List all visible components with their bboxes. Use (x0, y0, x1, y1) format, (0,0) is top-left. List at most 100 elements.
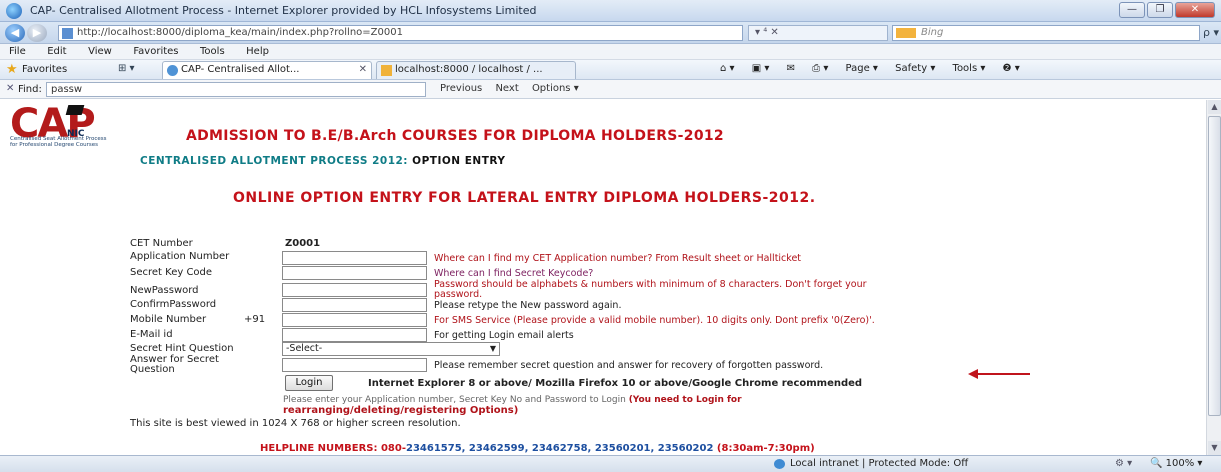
scroll-down-icon[interactable]: ▼ (1208, 441, 1221, 455)
address-bar: ◀ ▶ http://localhost:8000/diploma_kea/ma… (0, 22, 1221, 44)
application-number-input[interactable] (282, 251, 427, 265)
security-zone-text: Local intranet | Protected Mode: Off (790, 458, 969, 469)
login-note-emphasis: (You need to Login for (628, 395, 742, 405)
home-icon[interactable]: ⌂ ▾ (720, 63, 735, 74)
chevron-down-icon: ▼ (489, 344, 496, 353)
search-input[interactable]: Bing (892, 25, 1200, 41)
confirm-password-label: ConfirmPassword (130, 299, 217, 310)
maximize-button[interactable]: ❐ (1147, 2, 1173, 18)
zoom-level[interactable]: 🔍 100% ▾ (1150, 458, 1202, 469)
tab-localhost-label: localhost:8000 / localhost / ... (395, 64, 543, 75)
safety-menu[interactable]: Safety ▾ (895, 63, 935, 74)
mail-icon[interactable]: ✉ (787, 63, 795, 74)
menu-tools[interactable]: Tools (191, 45, 234, 58)
menu-view[interactable]: View (79, 45, 121, 58)
find-input[interactable]: passw (46, 82, 426, 97)
quick-tabs-icon[interactable]: ⊞ ▾ (118, 63, 135, 74)
new-password-input[interactable] (282, 283, 427, 297)
email-input[interactable] (282, 328, 427, 342)
scrollbar-thumb[interactable] (1208, 116, 1221, 416)
find-close-icon[interactable]: ✕ (6, 83, 14, 94)
secret-key-label: Secret Key Code (130, 267, 213, 278)
forward-button[interactable]: ▶ (27, 24, 47, 42)
command-bar: ⌂ ▾ ▣ ▾ ✉ ⎙ ▾ Page ▾ Safety ▾ Tools ▾ ❷ … (720, 63, 1034, 74)
page-icon (62, 28, 73, 39)
find-label: Find: (18, 84, 42, 95)
tab-close-icon[interactable]: ✕ (359, 62, 367, 78)
tools-menu[interactable]: Tools ▾ (953, 63, 986, 74)
ie-tab-icon (167, 65, 178, 76)
security-zone[interactable]: Local intranet | Protected Mode: Off (770, 457, 1000, 471)
menu-edit[interactable]: Edit (38, 45, 75, 58)
find-next-button[interactable]: Next (495, 83, 518, 94)
browser-recommendation: Internet Explorer 8 or above/ Mozilla Fi… (368, 378, 863, 389)
menu-help[interactable]: Help (237, 45, 278, 58)
address-tools[interactable]: ▾ ⁴ ✕ (748, 25, 888, 41)
secret-question-select[interactable]: -Select- ▼ (282, 342, 500, 356)
cet-number-value: Z0001 (285, 238, 321, 249)
tab-cap[interactable]: CAP- Centralised Allot... ✕ (162, 61, 372, 79)
secret-key-hint[interactable]: Where can I find Secret Keycode? (434, 268, 593, 279)
tab-localhost[interactable]: localhost:8000 / localhost / ... (376, 61, 576, 79)
subtitle-process: CENTRALISED ALLOTMENT PROCESS 2012: (140, 155, 409, 167)
scroll-up-icon[interactable]: ▲ (1208, 100, 1221, 114)
helpline-time: (8:30am-7:30pm) (713, 443, 815, 454)
login-button[interactable]: Login (285, 375, 333, 391)
mobile-prefix: +91 (244, 314, 266, 325)
search-go-button[interactable]: ρ ▾ (1203, 26, 1219, 39)
window-titlebar: CAP- Centralised Allotment Process - Int… (0, 0, 1221, 22)
back-button[interactable]: ◀ (5, 24, 25, 42)
window-controls: — ❐ ✕ (1119, 2, 1215, 18)
close-window-button[interactable]: ✕ (1175, 2, 1215, 18)
helpline-numbers: HELPLINE NUMBERS: 080-23461575, 23462599… (260, 443, 815, 454)
menu-bar: File Edit View Favorites Tools Help (0, 44, 1221, 60)
confirm-password-input[interactable] (282, 298, 427, 312)
confirm-password-hint: Please retype the New password again. (434, 300, 622, 311)
secret-key-input[interactable] (282, 266, 427, 280)
page-subtitle: CENTRALISED ALLOTMENT PROCESS 2012: OPTI… (140, 155, 505, 167)
best-viewed-note: This site is best viewed in 1024 X 768 o… (130, 418, 461, 429)
login-note-text: Please enter your Application number, Se… (283, 395, 626, 405)
menu-favorites[interactable]: Favorites (124, 45, 187, 58)
graduation-cap-icon (65, 105, 85, 115)
new-password-hint-2: password. (434, 289, 483, 300)
find-bar: ✕ Find: passw Previous Next Options ▾ (0, 80, 1221, 99)
mobile-number-hint: For SMS Service (Please provide a valid … (434, 315, 875, 326)
url-text: http://localhost:8000/diploma_kea/main/i… (77, 27, 403, 38)
favorites-bar: ★ Favorites ⊞ ▾ CAP- Centralised Allot..… (0, 60, 1221, 80)
favorites-label[interactable]: Favorites (22, 64, 67, 75)
feeds-icon[interactable]: ▣ ▾ (752, 63, 770, 74)
email-hint: For getting Login email alerts (434, 330, 574, 341)
application-number-hint[interactable]: Where can I find my CET Application numb… (434, 253, 801, 264)
email-label: E-Mail id (130, 329, 173, 340)
application-number-label: Application Number (130, 251, 230, 262)
security-settings-icon[interactable]: ⚙ ▾ (1115, 458, 1132, 469)
mobile-number-input[interactable] (282, 313, 427, 327)
page-menu[interactable]: Page ▾ (846, 63, 878, 74)
status-bar: Local intranet | Protected Mode: Off ⚙ ▾… (0, 455, 1221, 472)
favorites-star-icon[interactable]: ★ (6, 62, 18, 77)
cet-number-label: CET Number (130, 238, 193, 249)
find-previous-button[interactable]: Previous (440, 83, 482, 94)
page-title: ADMISSION TO B.E/B.Arch COURSES FOR DIPL… (186, 128, 724, 144)
minimize-button[interactable]: — (1119, 2, 1145, 18)
find-options-button[interactable]: Options ▾ (532, 83, 579, 94)
print-icon[interactable]: ⎙ ▾ (812, 63, 828, 74)
help-menu[interactable]: ❷ ▾ (1003, 63, 1020, 74)
annotation-arrow-icon (968, 369, 1030, 379)
logo-subtitle: Centralised Seat Allotment Process for P… (10, 136, 107, 148)
url-field[interactable]: http://localhost:8000/diploma_kea/main/i… (58, 25, 743, 41)
search-placeholder: Bing (921, 27, 944, 38)
logo-subtitle-line2: for Professional Degree Courses (10, 142, 98, 148)
online-option-heading: ONLINE OPTION ENTRY FOR LATERAL ENTRY DI… (233, 190, 816, 206)
new-password-label: NewPassword (130, 285, 199, 296)
vertical-scrollbar[interactable]: ▲ ▼ (1206, 100, 1221, 455)
window-title: CAP- Centralised Allotment Process - Int… (30, 4, 537, 17)
find-buttons: Previous Next Options ▾ (440, 83, 589, 94)
tab-cap-label: CAP- Centralised Allot... (181, 64, 300, 75)
secret-answer-label: Answer for Secret Question (130, 355, 219, 375)
menu-file[interactable]: File (0, 45, 35, 58)
cap-logo: CAP NIC Centralised Seat Allotment Proce… (10, 102, 170, 152)
secret-answer-input[interactable] (282, 358, 427, 372)
pma-tab-icon (381, 65, 392, 76)
